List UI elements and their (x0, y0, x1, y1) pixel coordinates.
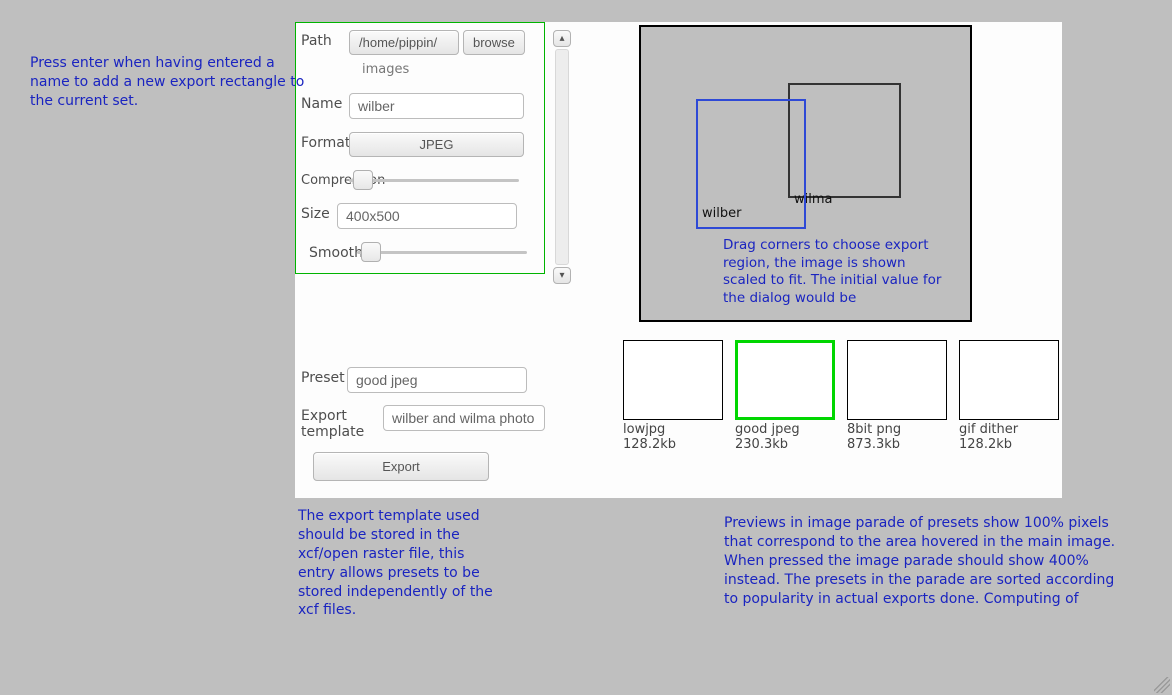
preset-goodjpeg[interactable]: good jpeg 230.3kb (735, 340, 835, 452)
preset-parade: lowjpg 128.2kb good jpeg 230.3kb 8bit pn… (623, 340, 1059, 452)
path-button[interactable]: /home/pippin/ (349, 30, 459, 55)
preset-gifdither[interactable]: gif dither 128.2kb (959, 340, 1059, 452)
preset-size: 230.3kb (735, 437, 835, 452)
template-input[interactable] (383, 405, 545, 431)
canvas-instruction: Drag corners to choose export region, th… (723, 237, 953, 307)
template-label: Export template (301, 405, 383, 440)
smooth-label: Smooth (309, 242, 357, 261)
region-wilber[interactable]: wilber (696, 99, 806, 229)
preset-thumb (735, 340, 835, 420)
scroll-track[interactable] (555, 49, 569, 265)
preset-lowjpg[interactable]: lowjpg 128.2kb (623, 340, 723, 452)
export-button[interactable]: Export (313, 452, 489, 481)
path-label: Path (301, 30, 349, 49)
preset-thumb (623, 340, 723, 420)
annotation-parade-hint: Previews in image parade of presets show… (724, 514, 1124, 608)
compression-label: Compression (301, 170, 349, 188)
browse-button[interactable]: browse (463, 30, 525, 55)
annotation-template-hint: The export template used should be store… (298, 507, 498, 620)
row-preset: Preset (301, 367, 601, 393)
preset-thumb (847, 340, 947, 420)
resize-grip-icon[interactable] (1154, 677, 1170, 693)
preset-input[interactable] (347, 367, 527, 393)
preset-8bitpng[interactable]: 8bit png 873.3kb (847, 340, 947, 452)
scroll-down-button[interactable]: ▾ (553, 267, 571, 284)
path-subfolder: images (362, 62, 409, 77)
format-label: Format (301, 132, 349, 151)
chevron-down-icon: ▾ (559, 271, 564, 281)
scroll-up-button[interactable]: ▴ (553, 30, 571, 47)
preset-name: good jpeg (735, 422, 835, 437)
smooth-slider[interactable] (357, 242, 527, 262)
preset-thumb (959, 340, 1059, 420)
preset-name: gif dither (959, 422, 1059, 437)
preset-label: Preset (301, 367, 347, 386)
preset-name: 8bit png (847, 422, 947, 437)
form-column-lower: Preset Export template Export (301, 367, 601, 481)
size-label: Size (301, 203, 337, 222)
preset-size: 873.3kb (847, 437, 947, 452)
size-input[interactable] (337, 203, 517, 229)
preset-name: lowjpg (623, 422, 723, 437)
compression-slider[interactable] (349, 170, 519, 190)
preset-size: 128.2kb (623, 437, 723, 452)
format-dropdown[interactable]: JPEG (349, 132, 524, 157)
name-input[interactable] (349, 93, 524, 119)
preset-size: 128.2kb (959, 437, 1059, 452)
preview-canvas[interactable]: wilma wilber Drag corners to choose expo… (639, 25, 972, 322)
export-dialog-panel: Path /home/pippin/ browse images Name Fo… (295, 22, 1062, 498)
region-wilber-label: wilber (702, 206, 741, 221)
chevron-up-icon: ▴ (559, 34, 564, 44)
form-scrollbar[interactable]: ▴ ▾ (553, 30, 571, 286)
row-template: Export template (301, 405, 601, 440)
annotation-name-hint: Press enter when having entered a name t… (30, 54, 310, 111)
